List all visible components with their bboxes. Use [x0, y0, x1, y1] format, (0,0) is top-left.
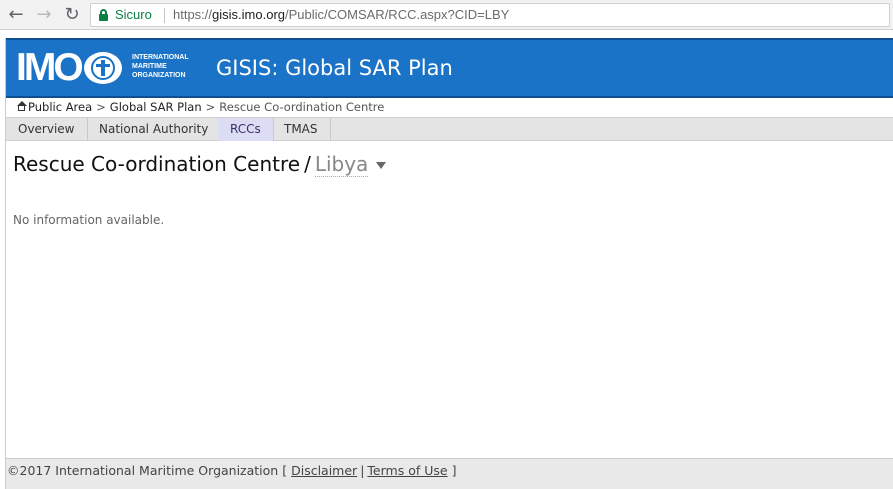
site-header: IMO INTERNATIONAL MARITIME ORGANIZATION …	[6, 38, 893, 98]
page-title-text: Rescue Co-ordination Centre	[13, 152, 301, 176]
footer-close-bracket: ]	[451, 463, 457, 478]
browser-toolbar: ← → ↻ Sicuro https://gisis.imo.org/Publi…	[0, 0, 893, 30]
logo-organization-name: INTERNATIONAL MARITIME ORGANIZATION	[132, 53, 202, 80]
breadcrumb-separator: >	[96, 100, 106, 114]
page-title: Rescue Co-ordination Centre / Libya	[13, 152, 387, 177]
title-separator: /	[304, 152, 311, 176]
url-path: /Public/COMSAR/RCC.aspx?CID=LBY	[285, 7, 510, 22]
tab-rccs[interactable]: RCCs	[218, 118, 274, 141]
url-host: gisis.imo.org	[212, 7, 285, 22]
omnibox-divider	[164, 8, 165, 23]
tab-tmas[interactable]: TMAS	[272, 118, 331, 141]
logo-line-2: MARITIME	[132, 63, 167, 70]
page: IMO INTERNATIONAL MARITIME ORGANIZATION …	[5, 38, 893, 489]
url-scheme: https://	[173, 7, 213, 22]
secure-label: Sicuro	[115, 7, 152, 22]
url-text[interactable]: https://gisis.imo.org/Public/COMSAR/RCC.…	[173, 7, 509, 22]
address-bar[interactable]: Sicuro https://gisis.imo.org/Public/COMS…	[90, 3, 890, 27]
footer-open-bracket: [	[282, 463, 288, 478]
breadcrumb: Public Area > Global SAR Plan > Rescue Co-or…	[16, 100, 384, 116]
tab-national-authority[interactable]: National Authority	[87, 118, 222, 141]
footer-divider: |	[360, 463, 365, 478]
home-icon	[16, 101, 27, 112]
footer-text: ©2017 International Maritime Organizatio…	[7, 463, 456, 478]
site-title: GISIS: Global SAR Plan	[216, 56, 453, 80]
breadcrumb-public-area[interactable]: Public Area	[28, 100, 92, 114]
back-arrow-icon[interactable]: ←	[6, 5, 26, 25]
tab-overview[interactable]: Overview	[6, 118, 88, 141]
logo-wordmark: IMO	[16, 46, 84, 89]
empty-state-message: No information available.	[13, 213, 165, 227]
terms-of-use-link[interactable]: Terms of Use	[367, 463, 447, 478]
imo-logo[interactable]: IMO INTERNATIONAL MARITIME ORGANIZATION	[16, 46, 202, 89]
lock-icon	[99, 9, 108, 21]
copyright: ©2017 International Maritime Organizatio…	[7, 463, 279, 478]
chevron-down-icon[interactable]	[376, 162, 387, 169]
breadcrumb-global-sar-plan[interactable]: Global SAR Plan	[110, 100, 202, 114]
country-selector[interactable]: Libya	[314, 152, 369, 177]
un-emblem-icon	[84, 52, 122, 84]
logo-line-1: INTERNATIONAL	[132, 54, 189, 61]
breadcrumb-current: Rescue Co-ordination Centre	[219, 100, 385, 114]
breadcrumb-separator: >	[205, 100, 216, 114]
forward-arrow-icon[interactable]: →	[34, 5, 54, 25]
logo-line-3: ORGANIZATION	[132, 72, 186, 79]
reload-icon[interactable]: ↻	[62, 5, 82, 25]
tab-bar: Overview National Authority RCCs TMAS	[6, 117, 893, 141]
disclaimer-link[interactable]: Disclaimer	[291, 463, 357, 478]
footer: ©2017 International Maritime Organizatio…	[6, 458, 893, 489]
